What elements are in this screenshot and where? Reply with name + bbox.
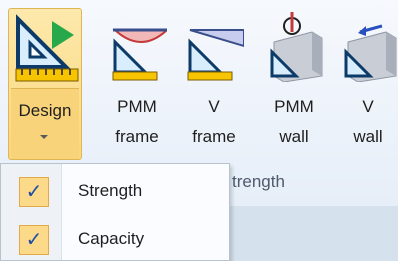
- pmm-wall-icon: [270, 12, 323, 82]
- pmm-wall-label-bottom: wall: [279, 127, 309, 146]
- pmm-wall-label-top: PMM: [274, 97, 314, 116]
- pmm-frame-button[interactable]: PMM frame: [107, 12, 167, 162]
- design-button[interactable]: Design: [8, 8, 82, 160]
- pmm-wall-button[interactable]: PMM wall: [264, 12, 324, 162]
- menu-item-strength[interactable]: ✓ Strength: [1, 172, 229, 212]
- v-wall-label-bottom: wall: [353, 127, 383, 146]
- pmm-frame-label-top: PMM: [117, 97, 157, 116]
- v-frame-label-top: V: [208, 97, 220, 116]
- pmm-frame-label-bottom: frame: [115, 127, 159, 146]
- design-dropdown-menu: ✓ Strength ✓ Capacity: [0, 163, 230, 261]
- menu-item-capacity-label: Capacity: [78, 229, 145, 248]
- check-icon: ✓: [19, 225, 49, 255]
- menu-item-strength-label: Strength: [78, 181, 143, 200]
- design-triangle-play-icon: [15, 14, 79, 82]
- design-button-label: Design: [18, 101, 72, 120]
- ribbon-group-label: trength: [232, 172, 285, 191]
- v-frame-icon: [187, 29, 244, 81]
- v-frame-label-bottom: frame: [192, 127, 236, 146]
- v-wall-button[interactable]: V wall: [338, 12, 398, 162]
- v-frame-button[interactable]: V frame: [184, 12, 244, 162]
- menu-item-capacity[interactable]: ✓ Capacity: [1, 220, 229, 260]
- v-wall-label-top: V: [362, 97, 374, 116]
- chevron-down-icon: [40, 135, 48, 139]
- check-icon: ✓: [19, 177, 49, 207]
- pmm-frame-icon: [112, 28, 167, 81]
- v-wall-icon: [344, 24, 397, 82]
- design-dropdown-trigger[interactable]: Design: [11, 88, 79, 159]
